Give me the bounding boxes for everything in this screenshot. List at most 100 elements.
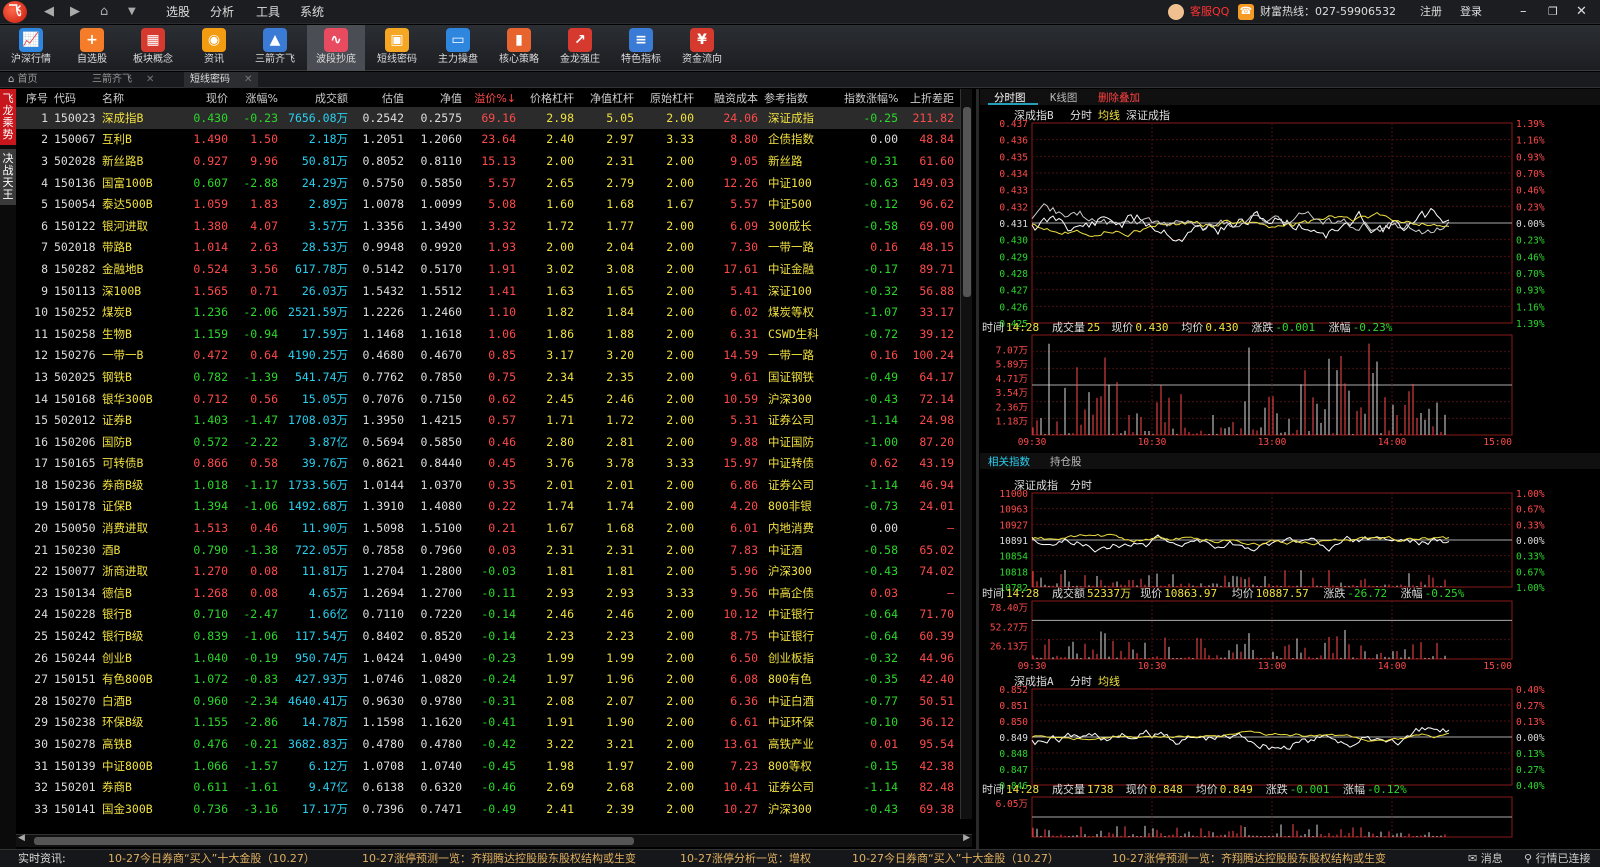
ticker-item[interactable]: 10-27涨停分析一览：增权 [680, 850, 811, 867]
qq-service-link[interactable]: 客服QQ [1190, 4, 1229, 20]
table-row[interactable]: 8 150282 金融地B 0.524 3.56 617.78万 0.5142 0.5170 1… [16, 258, 960, 280]
column-header[interactable]: 现价 [184, 89, 234, 107]
table-row[interactable]: 13 502025 钢铁B 0.782 -1.39 541.74万 0.7762 0.7850… [16, 366, 960, 388]
toolbar-button-10[interactable]: ≡ 特色指标 [612, 25, 670, 71]
column-header[interactable]: 涨幅% [234, 89, 284, 107]
back-icon[interactable]: ◀ [44, 4, 54, 20]
ticker-item[interactable]: 10-27今日券商“买入”十大金股（10.27） [108, 850, 315, 867]
menu-analysis[interactable]: 分析 [210, 4, 234, 20]
table-row[interactable]: 17 150165 可转债B 0.866 0.58 39.76万 0.8621 0.8440 0… [16, 453, 960, 475]
toolbar-button-2[interactable]: ▦ 板块概念 [124, 25, 182, 71]
toolbar-button-4[interactable]: ▲ 三箭齐飞 [246, 25, 304, 71]
table-row[interactable]: 5 150054 泰达500B 1.059 1.83 2.89万 1.0078 1.0099 5… [16, 193, 960, 215]
scroll-thumb-h[interactable] [34, 837, 634, 845]
table-row[interactable]: 14 150168 银华300B 0.712 0.56 15.05万 0.7076 0.715… [16, 388, 960, 410]
table-row[interactable]: 9 150113 深100B 1.565 0.71 26.03万 1.5432 1.5512 1… [16, 280, 960, 302]
toolbar-button-8[interactable]: ▮ 核心策略 [490, 25, 548, 71]
login-link[interactable]: 登录 [1460, 4, 1482, 20]
chart-tab-2[interactable]: 删除叠加 [1098, 91, 1140, 104]
column-header[interactable]: 名称 [102, 89, 184, 107]
tab-related-index[interactable]: 相关指数 [988, 455, 1030, 468]
table-row[interactable]: 27 150151 有色800B 1.072 -0.83 427.93万 1.0746 1.0… [16, 668, 960, 690]
toolbar-button-7[interactable]: ▭ 主力操盘 [429, 25, 487, 71]
table-row[interactable]: 2 150067 互利B 1.490 1.50 2.18万 1.2051 1.2060 23.6… [16, 129, 960, 151]
table-row[interactable]: 4 150136 国富100B 0.607 -2.88 24.29万 0.5750 0.585… [16, 172, 960, 194]
home-icon[interactable]: ⌂ [100, 4, 108, 20]
toolbar-button-6[interactable]: ▣ 短线密码 [368, 25, 426, 71]
tab-home[interactable]: ⌂ 首页 [8, 72, 38, 88]
dropdown-icon[interactable]: ▼ [128, 4, 136, 20]
table-row[interactable]: 1 150023 深成指B 0.430 -0.23 7656.08万 0.2542 0.257… [16, 107, 960, 129]
table-row[interactable]: 15 502012 证券B 1.403 -1.47 1708.03万 1.3950 1.421… [16, 409, 960, 431]
table-row[interactable]: 28 150270 白酒B 0.960 -2.34 4640.41万 0.9630 0.978… [16, 690, 960, 712]
menu-tools[interactable]: 工具 [256, 4, 280, 20]
ticker-item[interactable]: 10-27涨停预测一览：齐翔腾达控股股东股权结构或生变 [362, 850, 636, 867]
table-row[interactable]: 29 150238 环保B级 1.155 -2.86 14.78万 1.1598 1.1620… [16, 712, 960, 734]
table-row[interactable]: 22 150077 浙商进取 1.270 0.08 11.81万 1.2704 1.2800 -… [16, 560, 960, 582]
table-row[interactable]: 31 150139 中证800B 1.066 -1.57 6.12万 1.0708 1.074… [16, 755, 960, 777]
column-header[interactable]: 指数涨幅% [844, 89, 904, 107]
menu-stock-select[interactable]: 选股 [166, 4, 190, 20]
ticker-item[interactable]: 10-27涨停预测一览：齐翔腾达控股股东股权结构或生变 [1112, 850, 1386, 867]
toolbar-button-9[interactable]: ↗ 金龙强庄 [551, 25, 609, 71]
toolbar-button-11[interactable]: ¥ 资金流向 [673, 25, 731, 71]
table-row[interactable]: 6 150122 银河进取 1.380 4.07 3.57万 1.3356 1.3490 3.3… [16, 215, 960, 237]
register-link[interactable]: 注册 [1420, 4, 1442, 20]
restore-icon[interactable]: ❐ [1548, 4, 1558, 20]
column-header[interactable]: 融资成本 [700, 89, 764, 107]
toolbar-button-5[interactable]: ∿ 波段抄底 [307, 25, 365, 71]
close-icon[interactable]: ✕ [1576, 4, 1587, 20]
table-row[interactable]: 26 150244 创业B 1.040 -0.19 950.74万 1.0424 1.0490… [16, 647, 960, 669]
table-row[interactable]: 23 150134 德信B 1.268 0.08 4.65万 1.2694 1.2700 -0.… [16, 582, 960, 604]
panel-splitter[interactable] [976, 89, 979, 849]
table-row[interactable]: 20 150050 消费进取 1.513 0.46 11.90万 1.5098 1.5100 0… [16, 517, 960, 539]
table-row[interactable]: 7 502018 带路B 1.014 2.63 28.53万 0.9948 0.9920 1.9… [16, 237, 960, 259]
table-row[interactable]: 30 150278 高铁B 0.476 -0.21 3682.83万 0.4780 0.478… [16, 733, 960, 755]
vertical-scrollbar[interactable] [960, 89, 972, 819]
chart-tab-0[interactable]: 分时图 [994, 92, 1026, 104]
message-icon[interactable]: ✉ 消息 [1468, 850, 1503, 867]
tab-sanjian[interactable]: 三箭齐飞 ✕ [92, 72, 154, 88]
tab-duanxian[interactable]: 短线密码 ✕ [184, 72, 259, 88]
column-header[interactable]: 净值 [410, 89, 468, 107]
table-row[interactable]: 24 150228 银行B 0.710 -2.47 1.66亿 0.7110 0.7220 -0… [16, 604, 960, 626]
menu-system[interactable]: 系统 [300, 4, 324, 20]
tab-close-icon[interactable]: ✕ [244, 74, 252, 85]
table-row[interactable]: 33 150141 国金300B 0.736 -3.16 17.17万 0.7396 0.74… [16, 798, 960, 819]
table-row[interactable]: 11 150258 生物B 1.159 -0.94 17.59万 1.1468 1.1618 1… [16, 323, 960, 345]
scroll-left-icon[interactable]: ◀ [18, 833, 25, 843]
side-tab-juezhan[interactable]: 决战天王 [0, 149, 16, 205]
column-header[interactable]: 溢价%↓ [468, 89, 522, 107]
side-tab-feilong[interactable]: 飞龙乘势 [0, 89, 16, 145]
toolbar-button-0[interactable]: 📈 沪深行情 [2, 25, 60, 71]
scroll-thumb[interactable] [963, 107, 971, 297]
column-header[interactable]: 参考指数 [764, 89, 844, 107]
column-header[interactable]: 代码 [54, 89, 102, 107]
chart-tab-1[interactable]: K线图 [1050, 91, 1077, 104]
toolbar-button-1[interactable]: + 自选股 [63, 25, 121, 71]
column-header[interactable]: 成交额 [284, 89, 354, 107]
table-row[interactable]: 25 150242 银行B级 0.839 -1.06 117.54万 0.8402 0.852… [16, 625, 960, 647]
scroll-right-icon[interactable]: ▶ [963, 833, 970, 843]
table-row[interactable]: 18 150236 券商B级 1.018 -1.17 1733.56万 1.0144 1.03… [16, 474, 960, 496]
toolbar-button-3[interactable]: ◉ 资讯 [185, 25, 243, 71]
ticker-item[interactable]: 10-27今日券商“买入”十大金股（10.27） [852, 850, 1059, 867]
column-header[interactable]: 上折差距 [904, 89, 960, 107]
table-row[interactable]: 32 150201 券商B 0.611 -1.61 9.47亿 0.6138 0.6320 -0… [16, 776, 960, 798]
column-header[interactable]: 原始杠杆 [640, 89, 700, 107]
tab-holdings[interactable]: 持仓股 [1050, 455, 1082, 468]
column-header[interactable]: 序号 [16, 89, 54, 107]
table-row[interactable]: 10 150252 煤炭B 1.236 -2.06 2521.59万 1.2226 1.246… [16, 301, 960, 323]
table-row[interactable]: 16 150206 国防B 0.572 -2.22 3.87亿 0.5694 0.5850 0.… [16, 431, 960, 453]
table-row[interactable]: 12 150276 一带一B 0.472 0.64 4190.25万 0.4680 0.467… [16, 345, 960, 367]
table-row[interactable]: 21 150230 酒B 0.790 -1.38 722.05万 0.7858 0.7960 0… [16, 539, 960, 561]
tab-close-icon[interactable]: ✕ [146, 74, 154, 85]
column-header[interactable]: 估值 [354, 89, 410, 107]
table-row[interactable]: 19 150178 证保B 1.394 -1.06 1492.68万 1.3910 1.408… [16, 496, 960, 518]
table-row[interactable]: 3 502028 新丝路B 0.927 9.96 50.81万 0.8052 0.8110 15… [16, 150, 960, 172]
horizontal-scrollbar[interactable]: ◀ ▶ [16, 833, 972, 847]
minimize-icon[interactable]: – [1520, 4, 1527, 20]
forward-icon[interactable]: ▶ [70, 4, 80, 20]
column-header[interactable]: 净值杠杆 [580, 89, 640, 107]
column-header[interactable]: 价格杠杆 [522, 89, 580, 107]
